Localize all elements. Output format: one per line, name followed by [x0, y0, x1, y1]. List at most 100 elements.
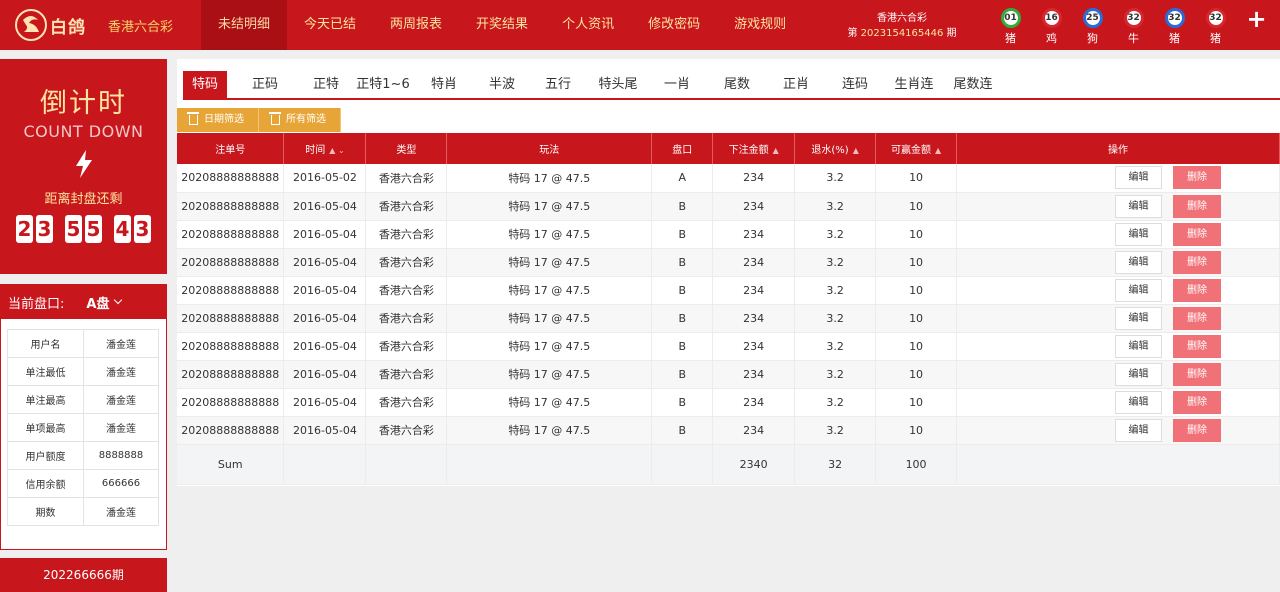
- edit-button[interactable]: 编辑: [1115, 166, 1163, 190]
- cell-time: 2016-05-04: [283, 220, 367, 249]
- cell-amount: 234: [712, 360, 796, 389]
- tab-special-code[interactable]: 特码: [183, 71, 227, 99]
- nav-today-settled[interactable]: 今天已结: [287, 0, 373, 50]
- cell-actions: 编辑 删除: [956, 248, 1280, 277]
- cell-handicap: B: [651, 276, 714, 305]
- col-time[interactable]: 时间 ▲ ⌄: [283, 133, 367, 164]
- delete-button[interactable]: 删除: [1173, 390, 1222, 414]
- cell-time: 2016-05-04: [283, 276, 367, 305]
- cell-order-no: 20208888888888: [177, 276, 285, 305]
- tab-normal-code[interactable]: 正码: [227, 71, 303, 99]
- date-filter-label: 日期筛选: [204, 114, 244, 125]
- info-key: 信用余额: [7, 469, 84, 498]
- col-play[interactable]: 玩法: [446, 133, 653, 164]
- edit-button[interactable]: 编辑: [1115, 334, 1163, 358]
- logo[interactable]: 白鸽: [14, 6, 90, 44]
- sum-row: Sum 2340 32 100: [177, 444, 1280, 485]
- cell-type: 香港六合彩: [365, 416, 448, 445]
- col-order-no[interactable]: 注单号: [177, 133, 285, 164]
- nav-two-week-report[interactable]: 两周报表: [373, 0, 459, 50]
- cell-time: 2016-05-04: [283, 304, 367, 333]
- sort-icon[interactable]: ▲: [773, 146, 779, 155]
- tab-normal-zodiac[interactable]: 正肖: [773, 71, 819, 99]
- info-key: 用户额度: [7, 441, 84, 470]
- cell-rebate: 3.2: [794, 164, 877, 193]
- lightning-icon: [75, 150, 92, 178]
- col-type[interactable]: 类型: [365, 133, 448, 164]
- delete-button[interactable]: 删除: [1173, 222, 1222, 246]
- draw-ball: 01 猪: [990, 8, 1031, 46]
- nav-draw-results[interactable]: 开奖结果: [459, 0, 545, 50]
- edit-button[interactable]: 编辑: [1115, 362, 1163, 386]
- tab-tail-number[interactable]: 尾数: [701, 71, 773, 99]
- sum-label: Sum: [177, 444, 285, 485]
- tab-zodiac-linked[interactable]: 生肖连: [891, 71, 937, 99]
- edit-button[interactable]: 编辑: [1115, 222, 1163, 246]
- sort-icon[interactable]: ▲: [853, 146, 859, 155]
- all-filter-button[interactable]: 所有筛选: [259, 108, 341, 132]
- col-rebate[interactable]: 退水(%) ▲: [794, 133, 877, 164]
- trash-icon: [269, 112, 281, 125]
- period-line: 第 2023154165446 期: [846, 26, 958, 41]
- tab-normal-special[interactable]: 正特: [303, 71, 349, 99]
- edit-button[interactable]: 编辑: [1115, 278, 1163, 302]
- delete-button[interactable]: 删除: [1173, 278, 1222, 302]
- delete-button[interactable]: 删除: [1173, 306, 1222, 330]
- col-win[interactable]: 可赢金额 ▲: [875, 133, 958, 164]
- tab-tail-linked[interactable]: 尾数连: [937, 71, 1009, 99]
- cell-play: 特码 17 @ 47.5: [446, 276, 653, 305]
- col-handicap[interactable]: 盘口: [651, 133, 714, 164]
- cell-time: 2016-05-04: [283, 388, 367, 417]
- info-key: 用户名: [7, 329, 84, 358]
- nav-unsettled[interactable]: 未结明细: [201, 0, 288, 50]
- nav-profile[interactable]: 个人资讯: [545, 0, 631, 50]
- info-row: 信用余额 666666: [7, 469, 159, 498]
- delete-button[interactable]: 删除: [1173, 362, 1222, 386]
- sort-icon[interactable]: ▲ ⌄: [329, 146, 344, 155]
- cell-handicap: B: [651, 388, 714, 417]
- cell-order-no: 20208888888888: [177, 332, 285, 361]
- delete-button[interactable]: 删除: [1173, 194, 1222, 218]
- bottom-period: 202266666期: [0, 558, 167, 592]
- cell-win: 10: [875, 304, 958, 333]
- cell-rebate: 3.2: [794, 248, 877, 277]
- info-value: 潘金莲: [83, 413, 159, 442]
- cell-time: 2016-05-04: [283, 192, 367, 221]
- tab-linked-code[interactable]: 连码: [819, 71, 891, 99]
- info-row: 用户名 潘金莲: [7, 329, 159, 358]
- edit-button[interactable]: 编辑: [1115, 390, 1163, 414]
- tab-half-wave[interactable]: 半波: [471, 71, 533, 99]
- col-rebate-label: 退水(%): [811, 145, 849, 156]
- cell-time: 2016-05-04: [283, 416, 367, 445]
- tab-five-elements[interactable]: 五行: [533, 71, 583, 99]
- cell-handicap: B: [651, 332, 714, 361]
- edit-button[interactable]: 编辑: [1115, 306, 1163, 330]
- edit-button[interactable]: 编辑: [1115, 418, 1163, 442]
- countdown-digits: 2 3 5 5 4 3: [0, 215, 167, 243]
- table-header-row: 注单号 时间 ▲ ⌄ 类型 玩法 盘口 下注金额 ▲ 退水(%) ▲ 可赢金额 ▲ 操作: [177, 133, 1280, 164]
- date-filter-button[interactable]: 日期筛选: [177, 108, 259, 132]
- edit-button[interactable]: 编辑: [1115, 194, 1163, 218]
- edit-button[interactable]: 编辑: [1115, 250, 1163, 274]
- nav-game-rules[interactable]: 游戏规则: [717, 0, 803, 50]
- sum-empty-cell: [956, 444, 1280, 485]
- cell-amount: 234: [712, 416, 796, 445]
- tab-head-tail[interactable]: 特头尾: [583, 71, 653, 99]
- delete-button[interactable]: 删除: [1173, 418, 1222, 442]
- delete-button[interactable]: 删除: [1173, 250, 1222, 274]
- info-row: 单注最低 潘金莲: [7, 357, 159, 386]
- tab-one-zodiac[interactable]: 一肖: [653, 71, 701, 99]
- sort-icon[interactable]: ▲: [935, 146, 941, 155]
- period-suffix: 期: [946, 28, 957, 39]
- cell-handicap: B: [651, 220, 714, 249]
- tab-special-zodiac[interactable]: 特肖: [417, 71, 471, 99]
- sum-empty-cell: [651, 444, 714, 485]
- cell-order-no: 20208888888888: [177, 416, 285, 445]
- nav-change-password[interactable]: 修改密码: [631, 0, 717, 50]
- delete-button[interactable]: 删除: [1173, 334, 1222, 358]
- handicap-selector[interactable]: 当前盘口: A盘: [1, 285, 166, 319]
- cell-play: 特码 17 @ 47.5: [446, 248, 653, 277]
- tab-normal-special-1-6[interactable]: 正特1~6: [349, 71, 417, 99]
- col-amount[interactable]: 下注金额 ▲: [712, 133, 796, 164]
- delete-button[interactable]: 删除: [1173, 166, 1222, 190]
